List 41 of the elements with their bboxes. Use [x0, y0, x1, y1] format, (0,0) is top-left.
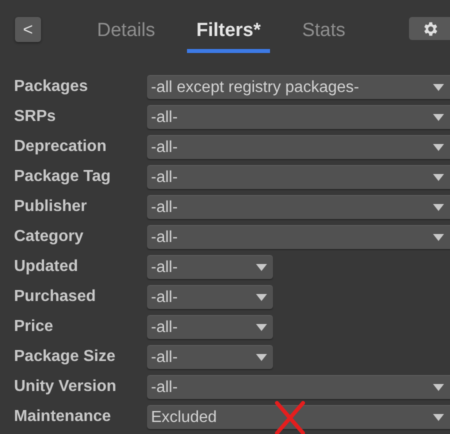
back-button[interactable]: < — [15, 17, 41, 42]
filter-dropdown[interactable]: -all- — [147, 105, 450, 129]
filter-label: Maintenance — [13, 408, 112, 426]
filter-dropdown[interactable]: -all- — [147, 285, 273, 309]
filter-label: Package Size — [13, 348, 116, 366]
filter-label: Category — [13, 228, 84, 246]
filter-dropdown[interactable]: -all- — [147, 255, 273, 279]
dropdown-arrow-icon — [433, 174, 444, 181]
filter-label: Unity Version — [13, 378, 118, 396]
filter-label: Updated — [13, 258, 79, 276]
dropdown-arrow-icon — [256, 294, 267, 301]
dropdown-arrow-icon — [433, 114, 444, 121]
filter-dropdown[interactable]: -all- — [147, 225, 450, 249]
filter-dropdown[interactable]: -all- — [147, 165, 450, 189]
filter-label: Packages — [13, 78, 89, 96]
filter-dropdown[interactable]: -all- — [147, 315, 273, 339]
dropdown-arrow-icon — [433, 84, 444, 91]
dropdown-arrow-icon — [256, 354, 267, 361]
tab[interactable]: Filters* — [187, 17, 270, 53]
filter-label: Deprecation — [13, 138, 108, 156]
dropdown-arrow-icon — [433, 414, 444, 421]
filter-dropdown[interactable]: -all- — [147, 375, 450, 399]
filter-label: Price — [13, 318, 54, 336]
dropdown-arrow-icon — [256, 264, 267, 271]
filter-label: Publisher — [13, 198, 88, 216]
filter-label: SRPs — [13, 108, 57, 126]
dropdown-arrow-icon — [433, 144, 444, 151]
filter-dropdown[interactable]: -all- — [147, 135, 450, 159]
tab[interactable]: Details — [97, 17, 156, 53]
settings-button[interactable] — [409, 17, 450, 40]
tab[interactable]: Stats — [302, 17, 346, 53]
filter-dropdown[interactable]: -all except registry packages- — [147, 75, 450, 99]
filter-dropdown[interactable]: Excluded — [147, 405, 450, 429]
dropdown-arrow-icon — [433, 204, 444, 211]
filter-label: Package Tag — [13, 168, 112, 186]
dropdown-arrow-icon — [433, 384, 444, 391]
dropdown-arrow-icon — [256, 324, 267, 331]
dropdown-arrow-icon — [433, 234, 444, 241]
filter-label: Purchased — [13, 288, 97, 306]
filter-dropdown[interactable]: -all- — [147, 195, 450, 219]
filter-dropdown[interactable]: -all- — [147, 345, 273, 369]
